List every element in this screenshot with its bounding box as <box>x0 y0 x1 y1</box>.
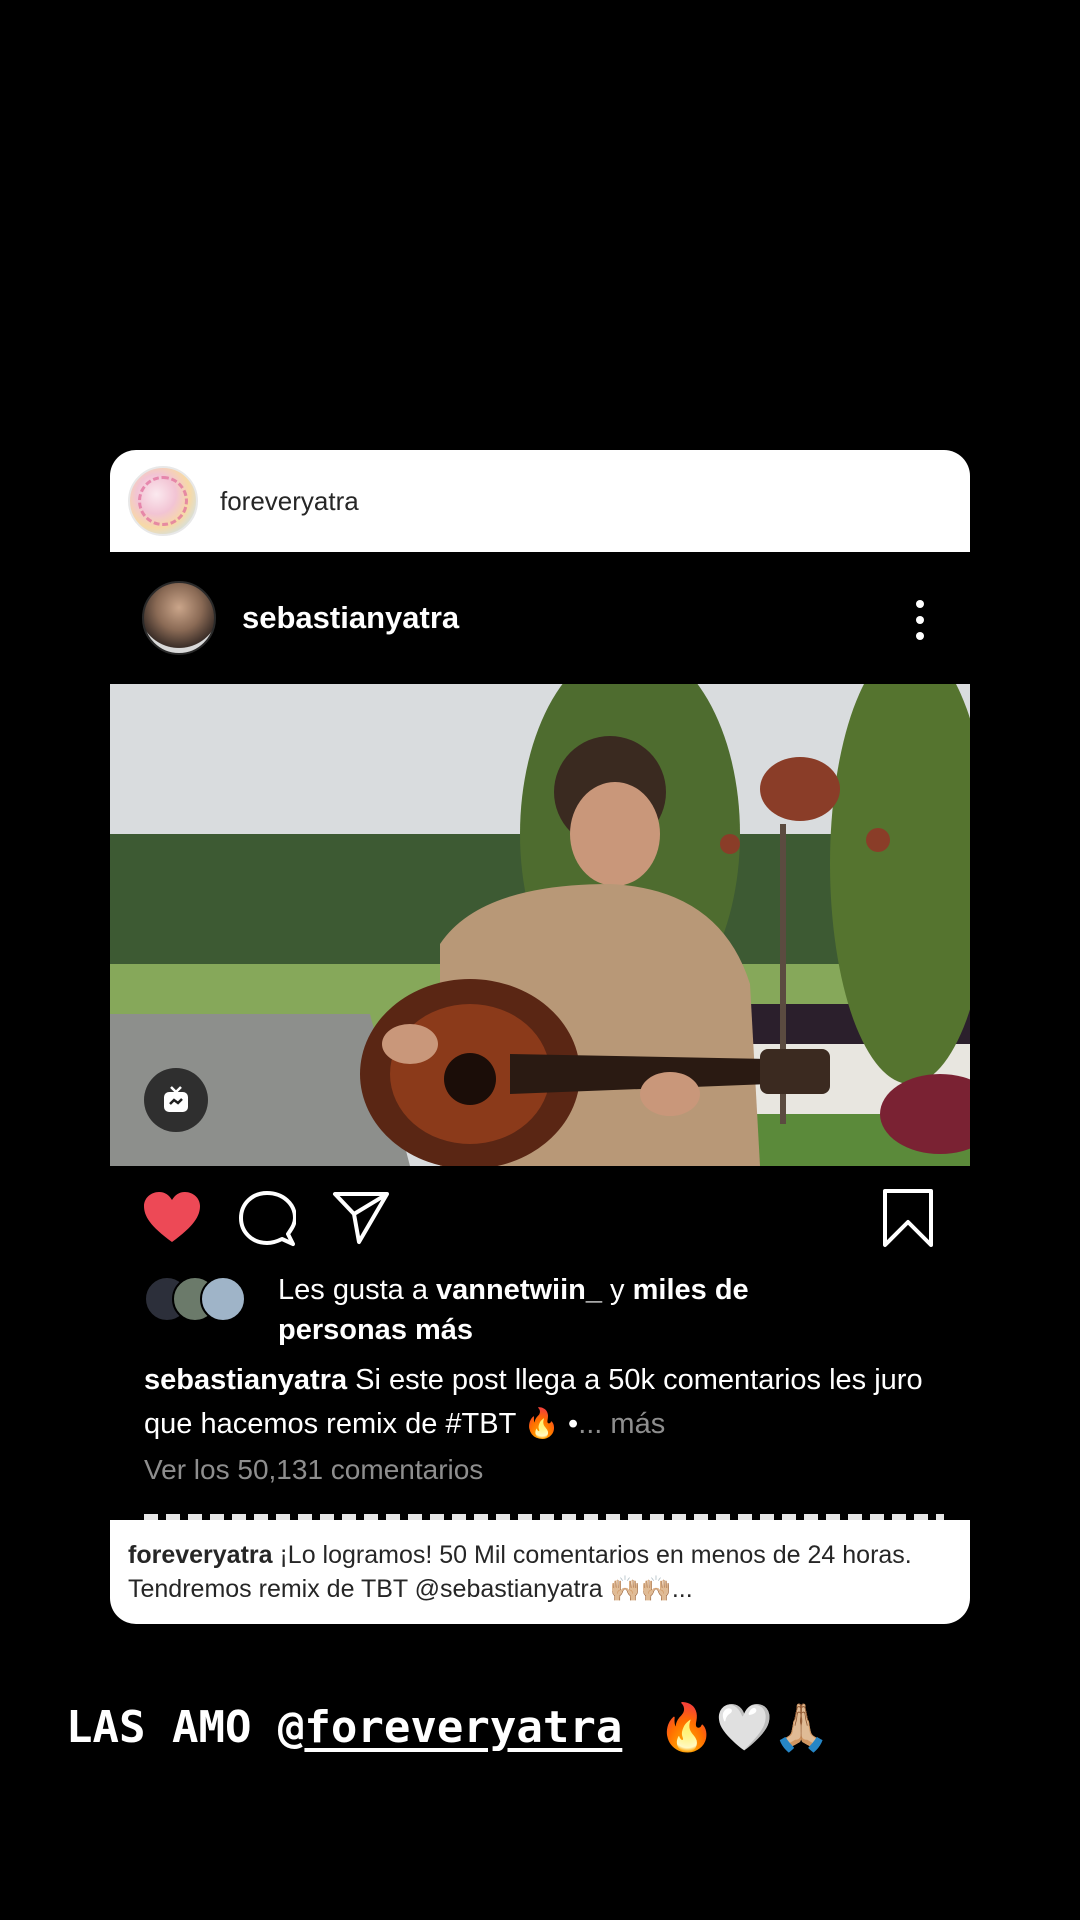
likes-prefix: Les gusta a <box>278 1274 436 1306</box>
view-comments-link[interactable]: Ver los 50,131 comentarios <box>110 1454 970 1486</box>
liker-avatar <box>200 1276 246 1322</box>
likes-mid: y <box>602 1274 633 1306</box>
cropped-comment <box>144 1510 944 1520</box>
more-icon[interactable] <box>916 600 924 640</box>
liker-avatars <box>144 1276 264 1322</box>
likes-row[interactable]: Les gusta a vannetwiin_ y miles de perso… <box>110 1274 970 1354</box>
caption-more-link[interactable]: ... más <box>578 1408 665 1440</box>
story-emojis: 🔥🤍🙏🏼 <box>658 1700 831 1754</box>
sharer-caption-username[interactable]: foreveryatra <box>128 1541 273 1569</box>
caption-username[interactable]: sebastianyatra <box>144 1364 347 1396</box>
video-frame-image <box>110 684 970 1166</box>
comment-icon[interactable] <box>238 1190 296 1248</box>
post-header: sebastianyatra <box>110 552 970 684</box>
heart-icon[interactable] <box>142 1190 202 1246</box>
sharer-caption: foreveryatra ¡Lo logramos! 50 Mil coment… <box>110 1520 970 1624</box>
share-icon[interactable] <box>332 1190 390 1246</box>
shared-post-card[interactable]: foreveryatra sebastianyatra Les gusta a … <box>110 450 970 1624</box>
likes-user[interactable]: vannetwiin_ <box>436 1274 602 1306</box>
igtv-icon[interactable] <box>144 1068 208 1132</box>
story-text-prefix: LAS AMO @ <box>66 1702 305 1753</box>
sharer-avatar[interactable] <box>128 466 198 536</box>
sharer-username[interactable]: foreveryatra <box>220 486 359 517</box>
story-mention[interactable]: foreveryatra <box>304 1702 622 1753</box>
post-video[interactable] <box>110 684 970 1166</box>
action-bar <box>110 1166 970 1276</box>
sharer-header[interactable]: foreveryatra <box>110 450 970 552</box>
post-caption: sebastianyatra Si este post llega a 50k … <box>110 1358 970 1446</box>
likes-text[interactable]: Les gusta a vannetwiin_ y miles de perso… <box>278 1270 838 1350</box>
author-avatar[interactable] <box>142 581 216 655</box>
bookmark-icon[interactable] <box>882 1188 934 1248</box>
author-username[interactable]: sebastianyatra <box>242 600 459 636</box>
story-text-overlay: LAS AMO @ foreveryatra 🔥🤍🙏🏼 <box>66 1700 830 1755</box>
